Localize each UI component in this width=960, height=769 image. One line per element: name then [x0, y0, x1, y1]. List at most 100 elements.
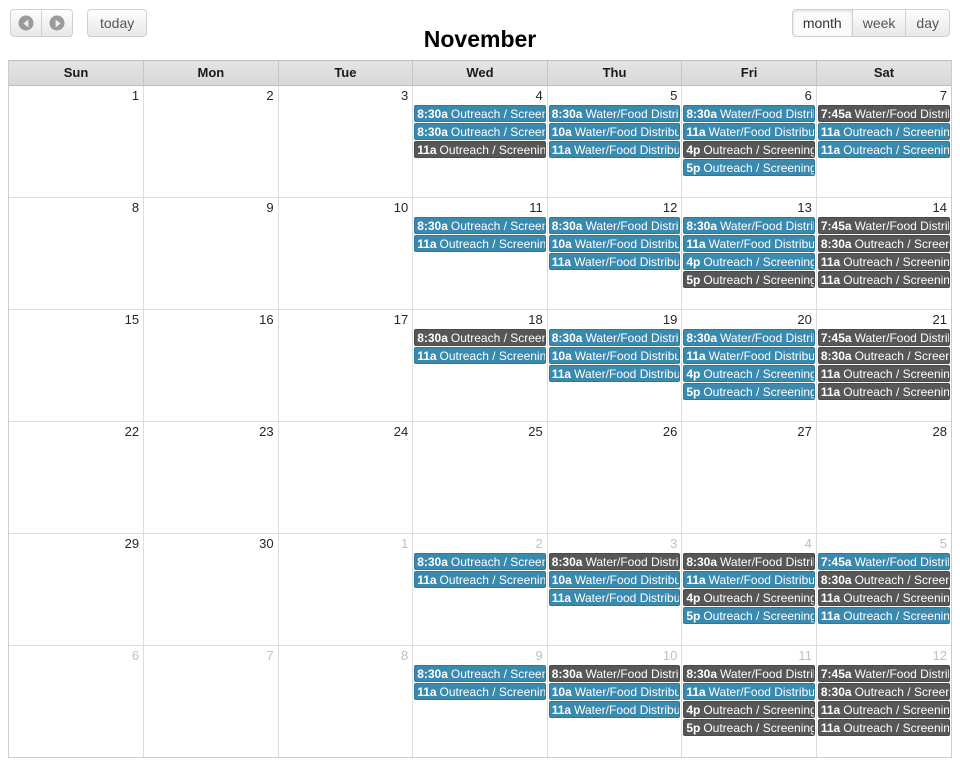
- calendar-event[interactable]: 11a Outreach / Screening: [817, 140, 950, 158]
- day-cell[interactable]: 26: [546, 420, 682, 533]
- calendar-event[interactable]: 11aWater/Food Distribution: [548, 252, 681, 270]
- calendar-event[interactable]: 7:45aWater/Food Distribution: [817, 328, 950, 346]
- day-cell[interactable]: 58:30aWater/Food Distribution10aWater/Fo…: [546, 85, 682, 197]
- calendar-event[interactable]: 11a Outreach / Screening: [414, 682, 546, 700]
- day-cell[interactable]: 22: [9, 420, 144, 533]
- calendar-event[interactable]: 8:30aOutreach / Screening: [414, 216, 546, 234]
- view-button-month[interactable]: month: [791, 9, 853, 37]
- calendar-event[interactable]: 7:45aWater/Food Distribution: [817, 216, 950, 234]
- day-cell[interactable]: 8: [9, 196, 144, 309]
- calendar-event[interactable]: 8:30aWater/Food Distribution: [548, 104, 681, 122]
- calendar-event[interactable]: 11a Outreach / Screening: [817, 270, 950, 288]
- calendar-event[interactable]: 10aWater/Food Distribution: [548, 234, 681, 252]
- day-cell[interactable]: 9: [143, 196, 279, 309]
- calendar-event[interactable]: 8:30aOutreach / Screening: [414, 122, 546, 140]
- day-cell[interactable]: 48:30aWater/Food Distribution11aWater/Fo…: [681, 532, 817, 645]
- calendar-event[interactable]: 8:30aWater/Food Distribution: [548, 552, 681, 570]
- calendar-event[interactable]: 10aWater/Food Distribution: [548, 682, 681, 700]
- calendar-event[interactable]: 11a Outreach / Screening: [817, 606, 950, 624]
- day-cell[interactable]: 1: [277, 532, 413, 645]
- day-cell[interactable]: 98:30aOutreach / Screening11aOutreach / …: [412, 644, 548, 757]
- day-cell[interactable]: 16: [143, 308, 279, 421]
- day-cell[interactable]: 1: [9, 85, 144, 197]
- calendar-event[interactable]: 8:30aWater/Food Distribution: [683, 552, 815, 570]
- calendar-event[interactable]: 11a Outreach / Screening: [414, 234, 546, 252]
- calendar-event[interactable]: 10aWater/Food Distribution: [548, 346, 681, 364]
- calendar-event[interactable]: 11a Outreach / Screening: [817, 122, 950, 140]
- day-cell[interactable]: 108:30aWater/Food Distribution10aWater/F…: [546, 644, 682, 757]
- day-cell[interactable]: 57:45aWater/Food Distribution8:30aOutrea…: [815, 532, 951, 645]
- calendar-event[interactable]: 11a Outreach / Screening: [414, 570, 546, 588]
- calendar-event[interactable]: 8:30aOutreach / Screening: [414, 552, 546, 570]
- day-cell[interactable]: 24: [277, 420, 413, 533]
- day-cell[interactable]: 30: [143, 532, 279, 645]
- calendar-event[interactable]: 8:30aOutreach / Screening: [817, 570, 950, 588]
- day-cell[interactable]: 77:45aWater/Food Distribution11aOutreach…: [815, 85, 951, 197]
- calendar-event[interactable]: 8:30aOutreach / Screening: [414, 664, 546, 682]
- calendar-event[interactable]: 10aWater/Food Distribution: [548, 570, 681, 588]
- calendar-event[interactable]: 5p Outreach / Screening: [683, 270, 815, 288]
- calendar-event[interactable]: 11a Outreach / Screening: [817, 718, 950, 736]
- calendar-event[interactable]: 4p Outreach / Screening: [683, 588, 815, 606]
- day-cell[interactable]: 198:30aWater/Food Distribution10aWater/F…: [546, 308, 682, 421]
- day-cell[interactable]: 28: [815, 420, 951, 533]
- day-cell[interactable]: 27: [681, 420, 817, 533]
- day-cell[interactable]: 147:45aWater/Food Distribution8:30aOutre…: [815, 196, 951, 309]
- calendar-event[interactable]: 11a Outreach / Screening: [414, 140, 546, 158]
- day-cell[interactable]: 188:30aOutreach / Screening11aOutreach /…: [412, 308, 548, 421]
- day-cell[interactable]: 128:30aWater/Food Distribution10aWater/F…: [546, 196, 682, 309]
- calendar-event[interactable]: 8:30aOutreach / Screening: [817, 346, 950, 364]
- day-cell[interactable]: 6: [9, 644, 144, 757]
- day-cell[interactable]: 25: [412, 420, 548, 533]
- day-cell[interactable]: 10: [277, 196, 413, 309]
- calendar-event[interactable]: 7:45aWater/Food Distribution: [817, 664, 950, 682]
- calendar-event[interactable]: 11aWater/Food Distribution: [683, 346, 815, 364]
- day-cell[interactable]: 127:45aWater/Food Distribution8:30aOutre…: [815, 644, 951, 757]
- calendar-event[interactable]: 10aWater/Food Distribution: [548, 122, 681, 140]
- calendar-event[interactable]: 5p Outreach / Screening: [683, 158, 815, 176]
- calendar-event[interactable]: 4p Outreach / Screening: [683, 700, 815, 718]
- day-cell[interactable]: 68:30aWater/Food Distribution11aWater/Fo…: [681, 85, 817, 197]
- day-cell[interactable]: 217:45aWater/Food Distribution8:30aOutre…: [815, 308, 951, 421]
- calendar-event[interactable]: 5p Outreach / Screening: [683, 718, 815, 736]
- calendar-event[interactable]: 5p Outreach / Screening: [683, 382, 815, 400]
- calendar-event[interactable]: 8:30aWater/Food Distribution: [683, 664, 815, 682]
- day-cell[interactable]: 118:30aWater/Food Distribution11aWater/F…: [681, 644, 817, 757]
- calendar-event[interactable]: 11a Outreach / Screening: [817, 700, 950, 718]
- calendar-event[interactable]: 11aWater/Food Distribution: [548, 700, 681, 718]
- calendar-event[interactable]: 8:30aWater/Food Distribution: [548, 664, 681, 682]
- day-cell[interactable]: 138:30aWater/Food Distribution11aWater/F…: [681, 196, 817, 309]
- calendar-event[interactable]: 8:30aWater/Food Distribution: [548, 216, 681, 234]
- calendar-event[interactable]: 8:30aOutreach / Screening: [414, 328, 546, 346]
- calendar-event[interactable]: 11a Outreach / Screening: [414, 346, 546, 364]
- calendar-event[interactable]: 8:30aWater/Food Distribution: [683, 104, 815, 122]
- calendar-event[interactable]: 4p Outreach / Screening: [683, 140, 815, 158]
- calendar-event[interactable]: 4p Outreach / Screening: [683, 252, 815, 270]
- calendar-event[interactable]: 8:30aOutreach / Screening: [817, 234, 950, 252]
- calendar-event[interactable]: 11aWater/Food Distribution: [548, 364, 681, 382]
- calendar-event[interactable]: 7:45aWater/Food Distribution: [817, 104, 950, 122]
- calendar-event[interactable]: 11aWater/Food Distribution: [683, 234, 815, 252]
- calendar-event[interactable]: 11a Outreach / Screening: [817, 364, 950, 382]
- day-cell[interactable]: 118:30aOutreach / Screening11aOutreach /…: [412, 196, 548, 309]
- calendar-event[interactable]: 8:30aOutreach / Screening: [414, 104, 546, 122]
- day-cell[interactable]: 15: [9, 308, 144, 421]
- day-cell[interactable]: 48:30aOutreach / Screening8:30aOutreach …: [412, 85, 548, 197]
- calendar-event[interactable]: 8:30aWater/Food Distribution: [548, 328, 681, 346]
- calendar-event[interactable]: 7:45aWater/Food Distribution: [817, 552, 950, 570]
- calendar-event[interactable]: 4p Outreach / Screening: [683, 364, 815, 382]
- day-cell[interactable]: 3: [277, 85, 413, 197]
- day-cell[interactable]: 2: [143, 85, 279, 197]
- calendar-event[interactable]: 8:30aOutreach / Screening: [817, 682, 950, 700]
- day-cell[interactable]: 23: [143, 420, 279, 533]
- calendar-event[interactable]: 8:30aWater/Food Distribution: [683, 328, 815, 346]
- calendar-event[interactable]: 5p Outreach / Screening: [683, 606, 815, 624]
- view-button-day[interactable]: day: [905, 9, 950, 37]
- calendar-event[interactable]: 11aWater/Food Distribution: [548, 140, 681, 158]
- day-cell[interactable]: 29: [9, 532, 144, 645]
- calendar-event[interactable]: 11a Outreach / Screening: [817, 252, 950, 270]
- calendar-event[interactable]: 11aWater/Food Distribution: [683, 570, 815, 588]
- calendar-event[interactable]: 11aWater/Food Distribution: [683, 682, 815, 700]
- day-cell[interactable]: 7: [143, 644, 279, 757]
- day-cell[interactable]: 38:30aWater/Food Distribution10aWater/Fo…: [546, 532, 682, 645]
